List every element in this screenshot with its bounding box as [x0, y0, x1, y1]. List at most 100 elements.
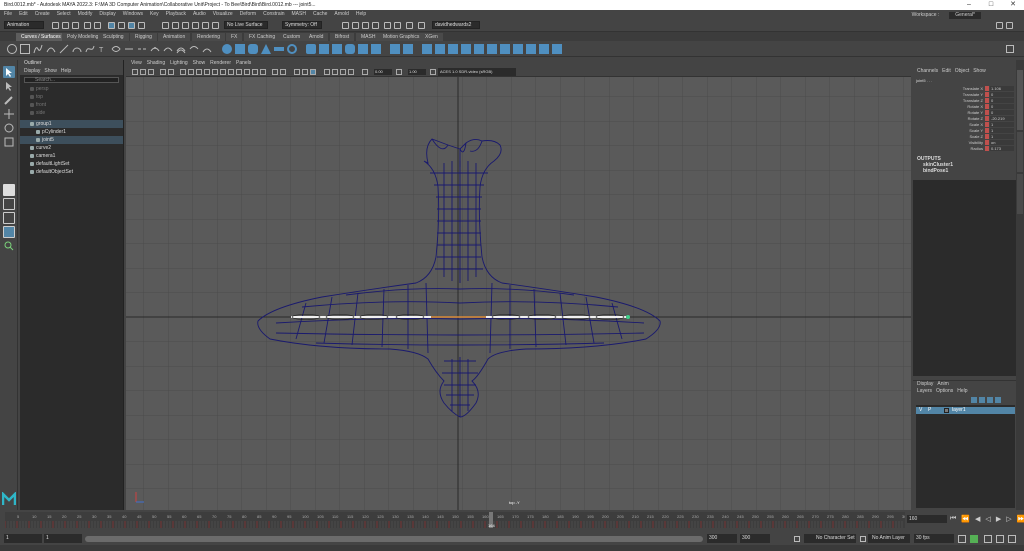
textured-icon[interactable]	[260, 69, 266, 75]
channel-row[interactable]: Rotate Y 0	[913, 110, 1016, 115]
rotate-tool-icon[interactable]	[3, 122, 15, 134]
graph-editor-layout-icon[interactable]	[3, 240, 15, 252]
smooth-shade-icon[interactable]	[244, 69, 250, 75]
ep-curve-icon[interactable]	[46, 44, 56, 54]
channel-value-field[interactable]: -20.219	[990, 116, 1014, 121]
outliner-item[interactable]: persp	[20, 85, 123, 93]
channel-row[interactable]: Scale Y 1	[913, 128, 1016, 133]
select-object-icon[interactable]	[118, 22, 125, 29]
nurbs-cylinder-icon[interactable]	[248, 44, 258, 54]
menu-help[interactable]: Help	[356, 10, 366, 19]
camera-select-icon[interactable]	[132, 69, 138, 75]
open-close-surface-icon[interactable]	[500, 44, 510, 54]
move-layer-down-icon[interactable]	[979, 397, 985, 403]
screen-space-ao-icon[interactable]	[324, 69, 330, 75]
output-node[interactable]: bindPose1	[923, 168, 953, 174]
render-view-icon[interactable]	[342, 22, 349, 29]
svg-curve-icon[interactable]	[111, 44, 121, 54]
cv-curve-icon[interactable]	[33, 44, 43, 54]
animation-start-field[interactable]: 1	[4, 534, 42, 543]
channel-box-menu-object[interactable]: Object	[955, 67, 969, 75]
channel-row[interactable]: Translate X 1.106	[913, 86, 1016, 91]
anim-layer-icon[interactable]	[860, 536, 866, 542]
menu-deform[interactable]: Deform	[240, 10, 256, 19]
viewport-menu-renderer[interactable]: Renderer	[210, 60, 231, 67]
untrim-icon[interactable]	[461, 44, 471, 54]
make-live-icon[interactable]	[212, 22, 219, 29]
ipr-render-icon[interactable]	[362, 22, 369, 29]
channel-row[interactable]: Rotate X 0	[913, 104, 1016, 109]
menu-constrain[interactable]: Constrain	[263, 10, 284, 19]
layer-playback-toggle[interactable]: P	[928, 407, 931, 414]
layer-menu-options[interactable]: Options	[936, 388, 953, 395]
redo-icon[interactable]	[94, 22, 101, 29]
wireframe-icon[interactable]	[236, 69, 242, 75]
outliner-item[interactable]: joint5	[20, 136, 123, 144]
channel-value-field[interactable]: 1.106	[990, 86, 1014, 91]
channel-box-menu-edit[interactable]: Edit	[942, 67, 951, 75]
layer-tab-display[interactable]: Display	[917, 381, 933, 388]
render-settings-icon[interactable]	[372, 22, 379, 29]
minimize-icon[interactable]: –	[958, 0, 980, 10]
command-line[interactable]	[0, 545, 1024, 551]
four-view-layout-icon[interactable]	[3, 198, 15, 210]
extend-curve-icon[interactable]	[163, 44, 173, 54]
menu-visualize[interactable]: Visualize	[213, 10, 233, 19]
detach-curves-icon[interactable]	[137, 44, 147, 54]
bookmark-icon[interactable]	[148, 69, 154, 75]
outliner-item[interactable]: defaultObjectSet	[20, 168, 123, 176]
fps-dropdown[interactable]: 30 fps	[914, 534, 954, 543]
gamma-field[interactable]: 1.00	[408, 69, 426, 75]
attribute-editor-toggle-icon[interactable]	[996, 22, 1003, 29]
extrude-icon[interactable]	[345, 44, 355, 54]
channel-value-field[interactable]: 0	[990, 110, 1014, 115]
lock-selection-icon[interactable]	[138, 22, 145, 29]
insert-knot-icon[interactable]	[150, 44, 160, 54]
nurbs-sphere-icon[interactable]	[222, 44, 232, 54]
layer-name[interactable]: layer1	[952, 407, 966, 414]
grid-toggle-icon[interactable]	[180, 69, 186, 75]
playback-end-field[interactable]: 300	[707, 534, 737, 543]
snap-view-plane-icon[interactable]	[202, 22, 209, 29]
channel-box-menu-channels[interactable]: Channels	[917, 67, 938, 75]
menu-playback[interactable]: Playback	[166, 10, 186, 19]
new-layer-icon[interactable]	[987, 397, 993, 403]
viewport-menu-panels[interactable]: Panels	[236, 60, 251, 67]
nurbs-torus-icon[interactable]	[287, 44, 297, 54]
channel-value-field[interactable]: 1	[990, 122, 1014, 127]
text-curve-icon[interactable]: T	[98, 44, 108, 54]
use-all-lights-icon[interactable]	[272, 69, 278, 75]
move-layer-up-icon[interactable]	[971, 397, 977, 403]
menuset-dropdown[interactable]: Animation	[4, 21, 44, 29]
maximize-icon[interactable]: □	[980, 0, 1002, 10]
channel-value-field[interactable]: 1	[990, 134, 1014, 139]
exposure-icon[interactable]	[362, 69, 368, 75]
rebuild-curve-icon[interactable]	[189, 44, 199, 54]
viewport-menu-shading[interactable]: Shading	[147, 60, 165, 67]
square-surface-icon[interactable]	[403, 44, 413, 54]
layer-menu-layers[interactable]: Layers	[917, 388, 932, 395]
exposure-field[interactable]: 0.00	[374, 69, 392, 75]
shelf-tab-sculpting[interactable]: Sculpting	[98, 33, 129, 41]
view-transform-icon[interactable]	[430, 69, 436, 75]
outliner-item[interactable]: pCylinder1	[20, 128, 123, 136]
offset-curve-icon[interactable]	[176, 44, 186, 54]
nurbs-plane-icon[interactable]	[274, 47, 284, 51]
loft-icon[interactable]	[319, 44, 329, 54]
close-icon[interactable]: ✕	[1002, 0, 1024, 10]
hypershade-icon[interactable]	[384, 22, 391, 29]
outliner-item[interactable]: camera1	[20, 152, 123, 160]
live-surface-dropdown[interactable]: No Live Surface	[224, 21, 268, 29]
range-bar[interactable]	[85, 536, 703, 542]
outliner-menu-help[interactable]: Help	[61, 67, 71, 75]
select-component-icon[interactable]	[128, 22, 135, 29]
boundary-icon[interactable]	[390, 44, 400, 54]
channel-row[interactable]: Visibility on	[913, 140, 1016, 145]
shelf-tab-fx-caching[interactable]: FX Caching	[244, 33, 281, 41]
menu-key[interactable]: Key	[150, 10, 159, 19]
outliner-item[interactable]: front	[20, 101, 123, 109]
insert-isoparm-icon[interactable]	[513, 44, 523, 54]
two-d-pan-zoom-icon[interactable]	[168, 69, 174, 75]
colorspace-dropdown[interactable]: ACES 1.0 SDR-video (sRGB)	[438, 68, 516, 76]
anim-layer-dropdown[interactable]: No Anim Layer	[868, 534, 910, 543]
